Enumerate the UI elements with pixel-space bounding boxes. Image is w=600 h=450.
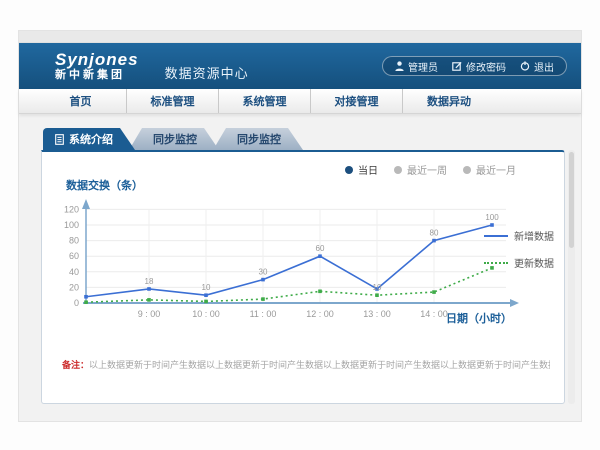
nav-item-integration-mgmt[interactable]: 对接管理 <box>311 89 403 113</box>
power-icon <box>520 61 530 71</box>
screen: Synjones 新中新集团 数据资源中心 管理员 修改密码 退出 <box>0 0 600 450</box>
nav-item-system-mgmt[interactable]: 系统管理 <box>219 89 311 113</box>
svg-text:12 : 00: 12 : 00 <box>306 309 334 319</box>
radio-label: 当日 <box>358 162 378 177</box>
svg-text:60: 60 <box>316 244 325 253</box>
svg-text:40: 40 <box>69 267 79 277</box>
vertical-scrollbar[interactable] <box>568 150 575 404</box>
svg-text:13 : 00: 13 : 00 <box>363 309 391 319</box>
logout-button[interactable]: 退出 <box>520 59 554 74</box>
y-axis-title: 数据交换（条） <box>66 177 143 193</box>
legend-line-solid <box>484 235 508 237</box>
svg-text:20: 20 <box>69 282 79 292</box>
svg-text:10: 10 <box>373 283 382 292</box>
radio-today[interactable]: 当日 <box>345 162 378 177</box>
range-filter: 当日 最近一周 最近一月 <box>345 162 516 177</box>
footnote-prefix: 备注： <box>62 360 89 370</box>
legend-item-updated-data: 更新数据 <box>484 255 554 270</box>
edit-icon <box>452 61 462 71</box>
radio-dot-icon <box>463 166 471 174</box>
svg-text:80: 80 <box>69 236 79 246</box>
nav-item-home[interactable]: 首页 <box>35 89 127 113</box>
change-password-button[interactable]: 修改密码 <box>452 59 506 74</box>
app-window: Synjones 新中新集团 数据资源中心 管理员 修改密码 退出 <box>18 30 582 422</box>
user-label: 管理员 <box>408 59 438 74</box>
legend-label: 更新数据 <box>514 255 554 270</box>
document-icon <box>55 134 64 145</box>
radio-dot-icon <box>394 166 402 174</box>
radio-last-week[interactable]: 最近一周 <box>394 162 447 177</box>
tab-bar: 系统介绍 同步监控 同步监控 <box>43 128 303 150</box>
tab-system-intro[interactable]: 系统介绍 <box>43 128 135 150</box>
radio-dot-icon <box>345 166 353 174</box>
page-title: 数据资源中心 <box>165 63 249 82</box>
svg-text:30: 30 <box>259 268 268 277</box>
x-axis-title: 日期（小时） <box>446 310 512 326</box>
svg-text:18: 18 <box>145 277 154 286</box>
chart-legend: 新增数据 更新数据 <box>484 228 554 282</box>
tab-label: 同步监控 <box>153 131 197 147</box>
svg-text:100: 100 <box>485 213 499 222</box>
change-password-label: 修改密码 <box>466 59 506 74</box>
top-strip <box>19 31 581 43</box>
tab-label: 同步监控 <box>237 131 281 147</box>
user-toolbar: 管理员 修改密码 退出 <box>382 56 567 76</box>
svg-text:10: 10 <box>202 283 211 292</box>
svg-text:120: 120 <box>64 204 79 214</box>
radio-label: 最近一月 <box>476 162 516 177</box>
footnote: 备注：以上数据更新于时间产生数据以上数据更新于时间产生数据以上数据更新于时间产生… <box>62 358 550 371</box>
nav-item-data-changes[interactable]: 数据异动 <box>403 89 495 113</box>
brand-logo: Synjones 新中新集团 <box>55 51 139 81</box>
svg-text:100: 100 <box>64 220 79 230</box>
svg-text:9 : 00: 9 : 00 <box>138 309 161 319</box>
legend-label: 新增数据 <box>514 228 554 243</box>
svg-text:60: 60 <box>69 251 79 261</box>
radio-last-month[interactable]: 最近一月 <box>463 162 516 177</box>
chart-panel: 当日 最近一周 最近一月 数据交换（条） 0 20 40 60 80 100 120 9 : … <box>41 150 565 404</box>
svg-text:14 : 00: 14 : 00 <box>420 309 448 319</box>
app-header: Synjones 新中新集团 数据资源中心 管理员 修改密码 退出 <box>19 43 581 89</box>
radio-label: 最近一周 <box>407 162 447 177</box>
svg-text:0: 0 <box>74 298 79 308</box>
content-area: 系统介绍 同步监控 同步监控 当日 最近一周 <box>19 114 581 421</box>
svg-text:11 : 00: 11 : 00 <box>250 309 277 319</box>
main-nav: 首页 标准管理 系统管理 对接管理 数据异动 <box>19 89 581 114</box>
user-menu[interactable]: 管理员 <box>395 59 438 74</box>
logout-label: 退出 <box>534 59 554 74</box>
tab-sync-monitor-2[interactable]: 同步监控 <box>213 128 303 150</box>
legend-item-new-data: 新增数据 <box>484 228 554 243</box>
footnote-text: 以上数据更新于时间产生数据以上数据更新于时间产生数据以上数据更新于时间产生数据以… <box>89 360 550 370</box>
legend-line-dotted <box>484 262 508 264</box>
scrollbar-thumb[interactable] <box>569 152 574 248</box>
tab-label: 系统介绍 <box>69 131 113 147</box>
logo-text: Synjones <box>55 51 139 68</box>
svg-text:10 : 00: 10 : 00 <box>192 309 220 319</box>
logo-subtext: 新中新集团 <box>55 70 139 81</box>
tab-sync-monitor-1[interactable]: 同步监控 <box>129 128 219 150</box>
user-icon <box>395 61 404 71</box>
nav-item-standard-mgmt[interactable]: 标准管理 <box>127 89 219 113</box>
svg-text:80: 80 <box>430 229 439 238</box>
